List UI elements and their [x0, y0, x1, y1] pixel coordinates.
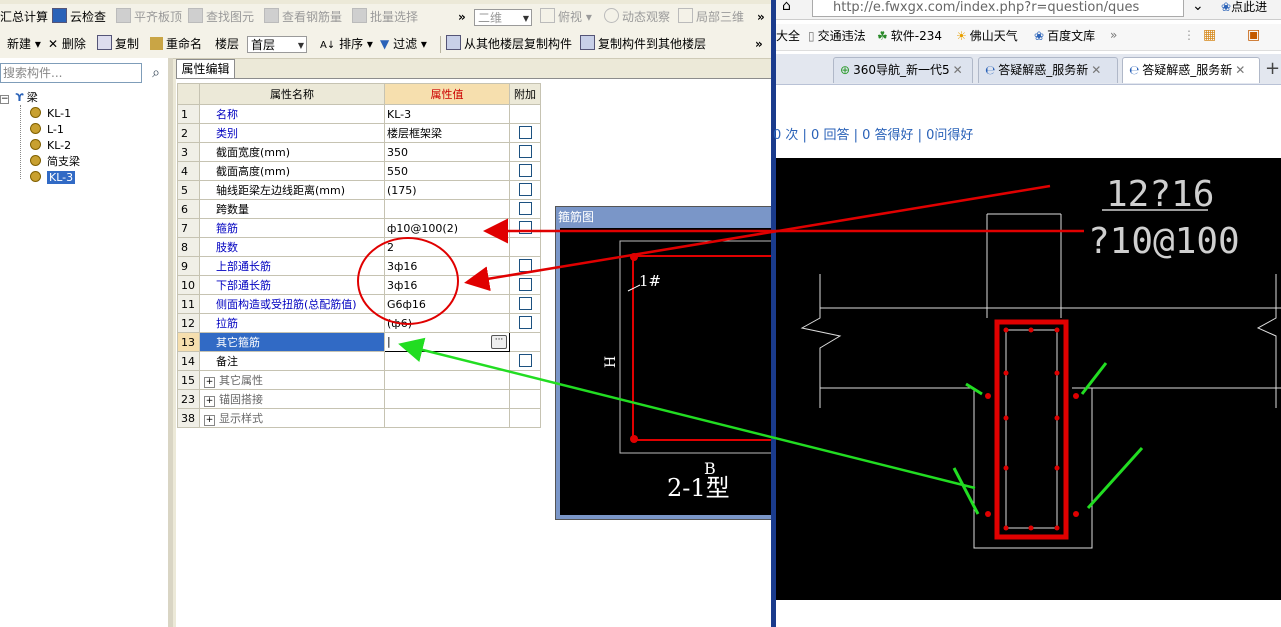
red-arrow-longitudinal	[464, 184, 1051, 292]
annotation-overlay	[398, 184, 1084, 490]
green-arrow-other-stirrup	[398, 337, 976, 490]
